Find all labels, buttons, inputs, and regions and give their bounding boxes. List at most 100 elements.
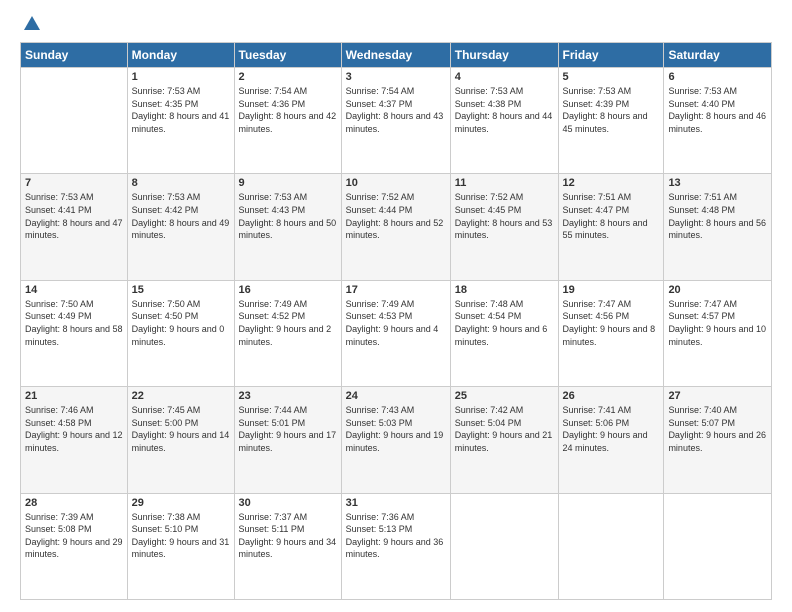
calendar-cell: 31 Sunrise: 7:36 AM Sunset: 5:13 PM Dayli… — [341, 493, 450, 599]
day-number: 20 — [668, 284, 767, 296]
day-number: 31 — [346, 497, 446, 509]
day-number: 5 — [563, 71, 660, 83]
day-number: 12 — [563, 177, 660, 189]
calendar-cell: 6Sunrise: 7:53 AM Sunset: 4:40 PM Daylig… — [664, 68, 772, 174]
cell-info: Sunrise: 7:53 AM Sunset: 4:39 PM Dayligh… — [563, 85, 660, 135]
calendar-cell: 30Sunrise: 7:37 AM Sunset: 5:11 PM Dayli… — [234, 493, 341, 599]
calendar-cell: 20 Sunrise: 7:47 AM Sunset: 4:57 PM Dayli… — [664, 280, 772, 386]
cell-info: Sunrise: 7:39 AM Sunset: 5:08 PM Dayligh… — [25, 511, 123, 561]
day-number: 22 — [132, 390, 230, 402]
calendar-cell: 19Sunrise: 7:47 AM Sunset: 4:56 PM Dayli… — [558, 280, 664, 386]
day-number: 10 — [346, 177, 446, 189]
day-header-friday: Friday — [558, 43, 664, 68]
week-row-5: 28Sunrise: 7:39 AM Sunset: 5:08 PM Dayli… — [21, 493, 772, 599]
week-row-4: 21 Sunrise: 7:46 AM Sunset: 4:58 PM Dayli… — [21, 387, 772, 493]
cell-info: Sunrise: 7:52 AM Sunset: 4:45 PM Dayligh… — [455, 191, 554, 241]
calendar-cell: 12 Sunrise: 7:51 AM Sunset: 4:47 PM Dayli… — [558, 174, 664, 280]
day-number: 13 — [668, 177, 767, 189]
cell-info: Sunrise: 7:38 AM Sunset: 5:10 PM Dayligh… — [132, 511, 230, 561]
day-header-tuesday: Tuesday — [234, 43, 341, 68]
calendar-cell: 3Sunrise: 7:54 AM Sunset: 4:37 PM Daylig… — [341, 68, 450, 174]
calendar-cell: 24Sunrise: 7:43 AM Sunset: 5:03 PM Dayli… — [341, 387, 450, 493]
calendar-cell — [558, 493, 664, 599]
calendar-cell: 4 Sunrise: 7:53 AM Sunset: 4:38 PM Daylig… — [450, 68, 558, 174]
week-row-2: 7Sunrise: 7:53 AM Sunset: 4:41 PM Daylig… — [21, 174, 772, 280]
logo-text — [20, 16, 40, 32]
day-number: 26 — [563, 390, 660, 402]
day-number: 29 — [132, 497, 230, 509]
day-number: 3 — [346, 71, 446, 83]
day-number: 2 — [239, 71, 337, 83]
cell-info: Sunrise: 7:46 AM Sunset: 4:58 PM Dayligh… — [25, 404, 123, 454]
cell-info: Sunrise: 7:53 AM Sunset: 4:43 PM Dayligh… — [239, 191, 337, 241]
cell-info: Sunrise: 7:37 AM Sunset: 5:11 PM Dayligh… — [239, 511, 337, 561]
logo-triangle-icon — [24, 16, 40, 30]
logo — [20, 16, 40, 32]
day-header-sunday: Sunday — [21, 43, 128, 68]
day-header-wednesday: Wednesday — [341, 43, 450, 68]
calendar-cell: 11 Sunrise: 7:52 AM Sunset: 4:45 PM Dayli… — [450, 174, 558, 280]
day-number: 16 — [239, 284, 337, 296]
calendar-table: SundayMondayTuesdayWednesdayThursdayFrid… — [20, 42, 772, 600]
calendar-cell: 8Sunrise: 7:53 AM Sunset: 4:42 PM Daylig… — [127, 174, 234, 280]
cell-info: Sunrise: 7:53 AM Sunset: 4:42 PM Dayligh… — [132, 191, 230, 241]
day-number: 1 — [132, 71, 230, 83]
page: SundayMondayTuesdayWednesdayThursdayFrid… — [0, 0, 792, 612]
calendar-cell: 23 Sunrise: 7:44 AM Sunset: 5:01 PM Dayli… — [234, 387, 341, 493]
header-row: SundayMondayTuesdayWednesdayThursdayFrid… — [21, 43, 772, 68]
cell-info: Sunrise: 7:44 AM Sunset: 5:01 PM Dayligh… — [239, 404, 337, 454]
day-number: 23 — [239, 390, 337, 402]
cell-info: Sunrise: 7:50 AM Sunset: 4:50 PM Dayligh… — [132, 298, 230, 348]
calendar-cell: 25 Sunrise: 7:42 AM Sunset: 5:04 PM Dayli… — [450, 387, 558, 493]
cell-info: Sunrise: 7:53 AM Sunset: 4:35 PM Dayligh… — [132, 85, 230, 135]
calendar-cell: 7Sunrise: 7:53 AM Sunset: 4:41 PM Daylig… — [21, 174, 128, 280]
header — [20, 16, 772, 32]
day-number: 18 — [455, 284, 554, 296]
calendar-cell: 27Sunrise: 7:40 AM Sunset: 5:07 PM Dayli… — [664, 387, 772, 493]
cell-info: Sunrise: 7:49 AM Sunset: 4:52 PM Dayligh… — [239, 298, 337, 348]
calendar-cell — [450, 493, 558, 599]
calendar-cell: 9 Sunrise: 7:53 AM Sunset: 4:43 PM Daylig… — [234, 174, 341, 280]
calendar-cell: 16 Sunrise: 7:49 AM Sunset: 4:52 PM Dayli… — [234, 280, 341, 386]
calendar-cell: 5 Sunrise: 7:53 AM Sunset: 4:39 PM Daylig… — [558, 68, 664, 174]
week-row-3: 14 Sunrise: 7:50 AM Sunset: 4:49 PM Dayli… — [21, 280, 772, 386]
week-row-1: 1 Sunrise: 7:53 AM Sunset: 4:35 PM Daylig… — [21, 68, 772, 174]
calendar-cell: 10 Sunrise: 7:52 AM Sunset: 4:44 PM Dayli… — [341, 174, 450, 280]
cell-info: Sunrise: 7:36 AM Sunset: 5:13 PM Dayligh… — [346, 511, 446, 561]
calendar-cell: 21 Sunrise: 7:46 AM Sunset: 4:58 PM Dayli… — [21, 387, 128, 493]
day-number: 6 — [668, 71, 767, 83]
cell-info: Sunrise: 7:41 AM Sunset: 5:06 PM Dayligh… — [563, 404, 660, 454]
cell-info: Sunrise: 7:47 AM Sunset: 4:56 PM Dayligh… — [563, 298, 660, 348]
calendar-cell: 18 Sunrise: 7:48 AM Sunset: 4:54 PM Dayli… — [450, 280, 558, 386]
cell-info: Sunrise: 7:40 AM Sunset: 5:07 PM Dayligh… — [668, 404, 767, 454]
cell-info: Sunrise: 7:53 AM Sunset: 4:41 PM Dayligh… — [25, 191, 123, 241]
cell-info: Sunrise: 7:51 AM Sunset: 4:47 PM Dayligh… — [563, 191, 660, 241]
calendar-cell: 1 Sunrise: 7:53 AM Sunset: 4:35 PM Daylig… — [127, 68, 234, 174]
cell-info: Sunrise: 7:43 AM Sunset: 5:03 PM Dayligh… — [346, 404, 446, 454]
cell-info: Sunrise: 7:53 AM Sunset: 4:38 PM Dayligh… — [455, 85, 554, 135]
day-number: 9 — [239, 177, 337, 189]
calendar-cell: 14 Sunrise: 7:50 AM Sunset: 4:49 PM Dayli… — [21, 280, 128, 386]
calendar-cell: 26 Sunrise: 7:41 AM Sunset: 5:06 PM Dayli… — [558, 387, 664, 493]
cell-info: Sunrise: 7:54 AM Sunset: 4:36 PM Dayligh… — [239, 85, 337, 135]
cell-info: Sunrise: 7:48 AM Sunset: 4:54 PM Dayligh… — [455, 298, 554, 348]
calendar-cell: 15Sunrise: 7:50 AM Sunset: 4:50 PM Dayli… — [127, 280, 234, 386]
cell-info: Sunrise: 7:47 AM Sunset: 4:57 PM Dayligh… — [668, 298, 767, 348]
cell-info: Sunrise: 7:50 AM Sunset: 4:49 PM Dayligh… — [25, 298, 123, 348]
calendar-cell: 22 Sunrise: 7:45 AM Sunset: 5:00 PM Dayli… — [127, 387, 234, 493]
cell-info: Sunrise: 7:49 AM Sunset: 4:53 PM Dayligh… — [346, 298, 446, 348]
cell-info: Sunrise: 7:52 AM Sunset: 4:44 PM Dayligh… — [346, 191, 446, 241]
day-header-saturday: Saturday — [664, 43, 772, 68]
day-number: 17 — [346, 284, 446, 296]
calendar-cell — [664, 493, 772, 599]
cell-info: Sunrise: 7:45 AM Sunset: 5:00 PM Dayligh… — [132, 404, 230, 454]
day-number: 25 — [455, 390, 554, 402]
calendar-cell: 28Sunrise: 7:39 AM Sunset: 5:08 PM Dayli… — [21, 493, 128, 599]
day-number: 11 — [455, 177, 554, 189]
cell-info: Sunrise: 7:42 AM Sunset: 5:04 PM Dayligh… — [455, 404, 554, 454]
day-number: 4 — [455, 71, 554, 83]
day-number: 21 — [25, 390, 123, 402]
day-header-monday: Monday — [127, 43, 234, 68]
day-number: 14 — [25, 284, 123, 296]
day-header-thursday: Thursday — [450, 43, 558, 68]
